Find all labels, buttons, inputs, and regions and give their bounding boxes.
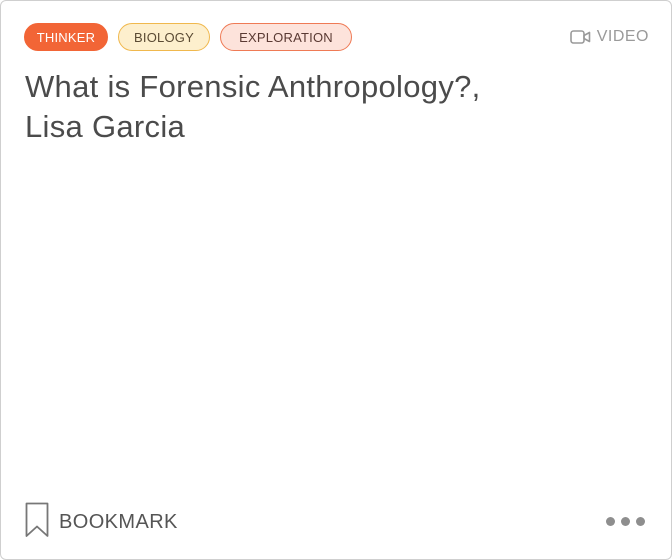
card-title-line-1: What is Forensic Anthropology?, xyxy=(25,69,481,104)
bookmark-button[interactable]: BOOKMARK xyxy=(25,502,178,543)
tag-biology[interactable]: BIOLOGY xyxy=(118,23,210,51)
bookmark-label: BOOKMARK xyxy=(59,511,178,533)
bookmark-icon xyxy=(25,502,49,543)
card-title-line-2: Lisa Garcia xyxy=(25,109,186,144)
content-type-indicator: VIDEO xyxy=(569,28,649,46)
more-options-dot xyxy=(606,517,615,526)
content-card[interactable]: THINKER BIOLOGY EXPLORATION VIDEO What i… xyxy=(0,0,672,560)
content-type-label: VIDEO xyxy=(596,28,649,45)
more-options-dot xyxy=(636,517,645,526)
card-title[interactable]: What is Forensic Anthropology?, Lisa Gar… xyxy=(25,67,625,147)
tag-list: THINKER BIOLOGY EXPLORATION xyxy=(24,23,352,51)
video-camera-icon xyxy=(569,29,591,45)
tag-exploration[interactable]: EXPLORATION xyxy=(220,23,352,51)
more-options-dot xyxy=(621,517,630,526)
tag-thinker[interactable]: THINKER xyxy=(24,23,108,51)
more-options-button[interactable] xyxy=(604,515,647,528)
